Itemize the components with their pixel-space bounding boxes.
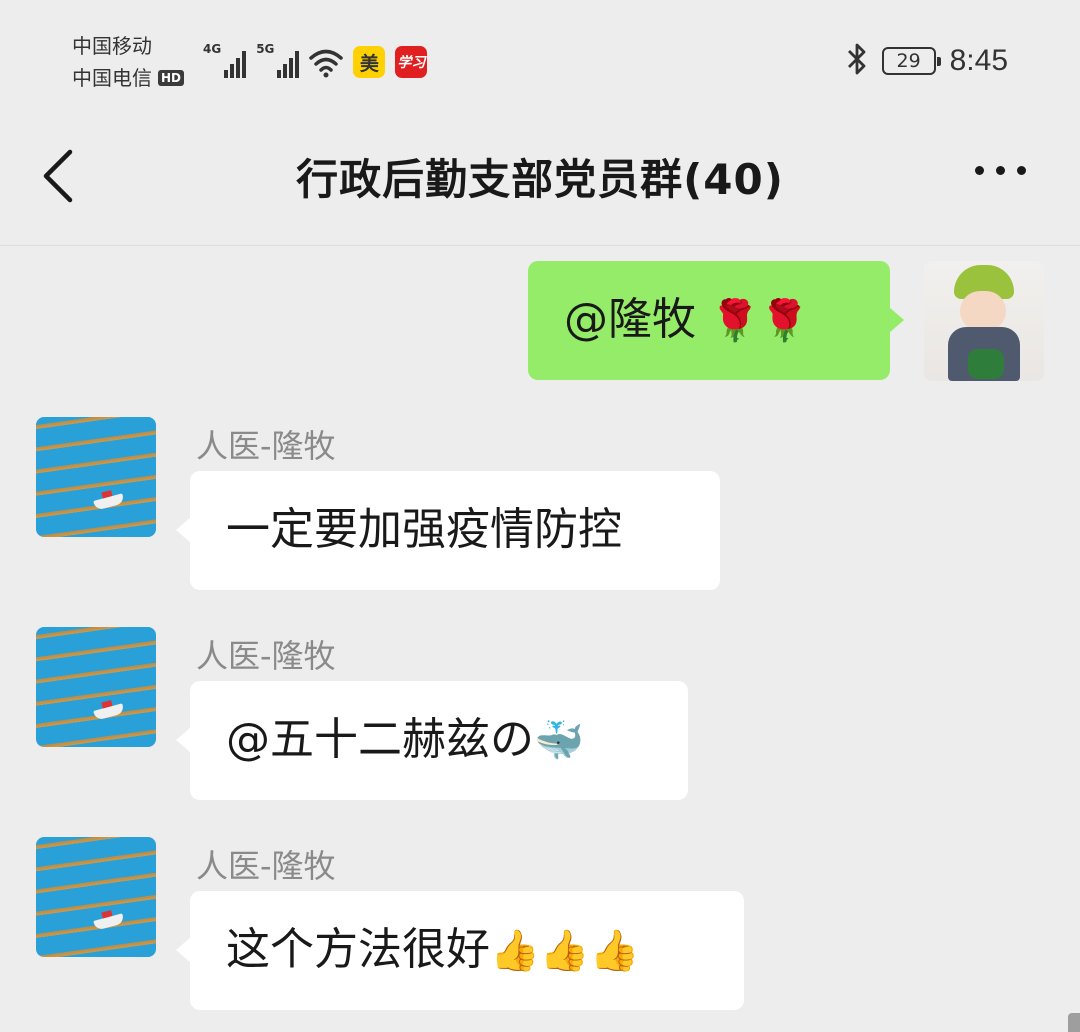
signal-5g-label: 5G — [256, 42, 275, 56]
more-dot-icon — [975, 166, 984, 175]
message-text: @五十二赫兹の — [226, 714, 534, 765]
message-bubble[interactable]: @五十二赫兹の🐳 — [176, 681, 688, 800]
sender-name: 人医-隆牧 — [196, 847, 336, 885]
bluetooth-icon — [846, 42, 868, 80]
message-text: 一定要加强疫情防控 — [226, 504, 622, 555]
message-text: 这个方法很好 — [226, 924, 490, 975]
sender-avatar[interactable] — [36, 417, 156, 537]
more-dot-icon — [1017, 166, 1026, 175]
rose-emoji-icon: 🌹🌹 — [710, 298, 810, 344]
xuexi-app-icon: 学习 — [395, 46, 428, 78]
scrollbar-thumb[interactable] — [1068, 1013, 1080, 1032]
chat-header: 行政后勤支部党员群(40) — [0, 110, 1080, 246]
carrier-1-label: 中国移动 — [72, 34, 152, 58]
carrier-2: 中国电信 HD — [72, 62, 185, 94]
carrier-info: 中国移动 中国电信 HD — [72, 30, 185, 94]
my-avatar[interactable] — [924, 261, 1044, 381]
more-dot-icon — [996, 166, 1005, 175]
signal-indicators: 4G 5G 美 学习 — [203, 42, 428, 78]
signal-4g-label: 4G — [203, 42, 222, 56]
clock: 8:45 — [949, 44, 1008, 77]
whale-emoji-icon: 🐳 — [534, 718, 584, 764]
carrier-2-label: 中国电信 — [72, 66, 152, 90]
message-bubble[interactable]: @隆牧 🌹🌹 — [528, 261, 904, 380]
message-bubble[interactable]: 这个方法很好👍👍👍 — [176, 891, 744, 1010]
message-text: @隆牧 — [564, 294, 710, 345]
signal-5g-icon: 5G — [256, 42, 300, 78]
carrier-1: 中国移动 — [72, 30, 184, 62]
meituan-app-icon: 美 — [353, 46, 386, 78]
sender-avatar[interactable] — [36, 627, 156, 747]
thumbs-up-emoji-icon: 👍👍👍 — [490, 928, 640, 974]
more-options-button[interactable] — [975, 166, 1026, 175]
message-list[interactable]: @隆牧 🌹🌹 人医-隆牧 一定要加强疫情防控 人医-隆牧 @五十二赫兹の🐳 人医… — [0, 247, 1080, 1032]
chat-title: 行政后勤支部党员群(40) — [296, 155, 784, 204]
hd-badge: HD — [158, 70, 185, 86]
battery-level: 29 — [896, 50, 921, 72]
message-bubble[interactable]: 一定要加强疫情防控 — [176, 471, 720, 590]
sender-avatar[interactable] — [36, 837, 156, 957]
sender-name: 人医-隆牧 — [196, 427, 336, 465]
sender-name: 人医-隆牧 — [196, 637, 336, 675]
status-right: 29 8:45 — [846, 42, 1008, 80]
wifi-icon — [309, 48, 344, 78]
status-bar: 中国移动 中国电信 HD 4G 5G 美 学习 29 8:45 — [0, 0, 1080, 110]
battery-icon: 29 — [881, 47, 941, 75]
signal-4g-icon: 4G — [203, 42, 247, 78]
